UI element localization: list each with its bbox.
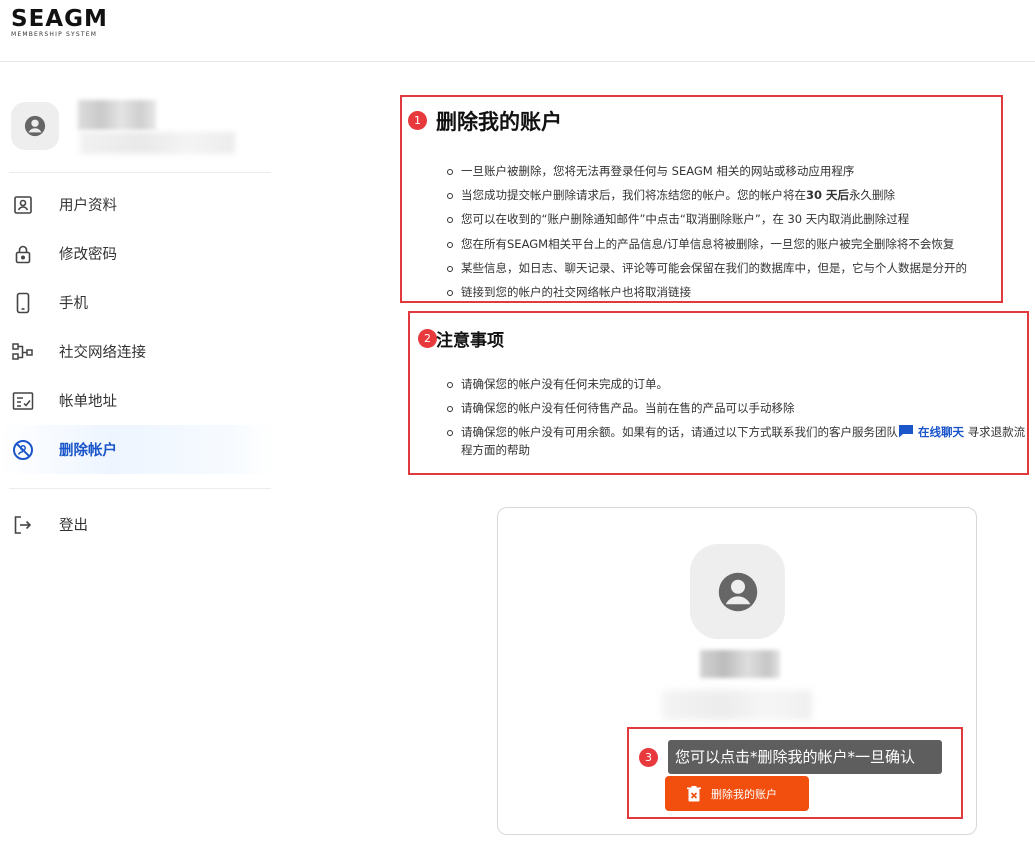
seagm-logo[interactable]: SEAGM MEMBERSHIP SYSTEM <box>11 6 108 38</box>
sidebar-item-label: 删除帐户 <box>59 443 117 459</box>
phone-icon <box>12 292 34 314</box>
trash-icon <box>687 785 701 801</box>
user-avatar-icon <box>24 115 46 137</box>
sidebar-item-profile[interactable]: 用户资料 <box>0 180 275 229</box>
sidebar-menu: 用户资料 修改密码 手机 社交网络连接 帐单地址 删除帐户 <box>0 180 275 474</box>
sidebar-item-label: 帐单地址 <box>59 394 117 410</box>
sidebar-item-billing[interactable]: 帐单地址 <box>0 376 275 425</box>
sidebar-item-phone[interactable]: 手机 <box>0 278 275 327</box>
annotation-badge-2: 2 <box>418 329 437 348</box>
delete-account-icon <box>12 439 34 461</box>
delete-account-button[interactable]: 删除我的账户 <box>665 776 809 811</box>
social-network-icon <box>12 341 34 363</box>
delete-button-label: 删除我的账户 <box>711 787 777 801</box>
list-item-text: 请确保您的帐户没有可用余额。如果有的话，请通过以下方式联系我们的客户服务团队 <box>461 425 898 439</box>
sidebar-item-label: 社交网络连接 <box>59 345 146 361</box>
list-item: 某些信息，如日志、聊天记录、评论等可能会保留在我们的数据库中，但是，它与个人数据… <box>444 259 1004 283</box>
chat-bubble-icon <box>899 425 913 438</box>
annotation-badge-3: 3 <box>639 748 658 767</box>
list-item-bold: 30 天后 <box>806 188 850 203</box>
header: SEAGM MEMBERSHIP SYSTEM <box>0 0 1035 62</box>
list-item: 请确保您的帐户没有可用余额。如果有的话，请通过以下方式联系我们的客户服务团队 在线… <box>444 423 1026 459</box>
logo-text: SEAGM <box>11 6 108 32</box>
list-item-text: 当您成功提交帐户删除请求后，我们将冻结您的帐户。您的帐户将在 <box>461 188 806 203</box>
list-item: 当您成功提交帐户删除请求后，我们将冻结您的帐户。您的帐户将在30 天后永久删除 <box>444 186 1004 210</box>
list-item: 请确保您的帐户没有任何未完成的订单。 <box>444 375 1026 393</box>
list-item: 链接到您的帐户的社交网络帐户也将取消链接 <box>444 283 1004 307</box>
profile-block <box>11 102 59 150</box>
lock-icon <box>12 243 34 265</box>
notice-section-title: 注意事项 <box>436 331 504 351</box>
sidebar-item-delete-account[interactable]: 删除帐户 <box>0 425 275 474</box>
confirm-tooltip: 您可以点击*删除我的帐户*一旦确认 <box>668 740 942 774</box>
logo-subtitle: MEMBERSHIP SYSTEM <box>11 31 98 38</box>
list-item: 您在所有SEAGM相关平台上的产品信息/订单信息将被删除，一旦您的账户被完全删除… <box>444 235 1004 259</box>
live-chat-link[interactable]: 在线聊天 <box>918 425 964 439</box>
sidebar-item-change-password[interactable]: 修改密码 <box>0 229 275 278</box>
list-item: 您可以在收到的“账户删除通知邮件”中点击“取消删除账户”，在 30 天内取消此删… <box>444 210 1004 234</box>
card-avatar <box>690 544 785 639</box>
blurred-username <box>78 100 156 130</box>
logout-section: 登出 <box>0 500 275 549</box>
avatar <box>11 102 59 150</box>
delete-info-list: 一旦账户被删除，您将无法再登录任何与 SEAGM 相关的网站或移动应用程序 当您… <box>444 162 1004 307</box>
delete-section-title: 删除我的账户 <box>436 110 562 134</box>
logout-button[interactable]: 登出 <box>0 500 275 549</box>
notice-list: 请确保您的帐户没有任何未完成的订单。 请确保您的帐户没有任何待售产品。当前在售的… <box>444 375 1026 465</box>
sidebar-item-label: 修改密码 <box>59 247 117 263</box>
annotation-badge-1: 1 <box>408 111 427 130</box>
sidebar-item-label: 用户资料 <box>59 198 117 214</box>
profile-card-icon <box>12 194 34 216</box>
list-item-text: 永久删除 <box>849 188 896 203</box>
divider <box>9 172 271 173</box>
logout-icon <box>12 514 34 536</box>
sidebar-item-social[interactable]: 社交网络连接 <box>0 327 275 376</box>
list-item: 请确保您的帐户没有任何待售产品。当前在售的产品可以手动移除 <box>444 399 1026 417</box>
list-item: 一旦账户被删除，您将无法再登录任何与 SEAGM 相关的网站或移动应用程序 <box>444 162 1004 186</box>
billing-address-icon <box>12 390 34 412</box>
user-avatar-icon <box>718 572 757 611</box>
blurred-username <box>700 650 780 678</box>
blurred-email <box>662 690 812 720</box>
divider <box>9 488 271 489</box>
blurred-email <box>80 132 235 154</box>
sidebar-item-label: 手机 <box>59 296 88 312</box>
logout-label: 登出 <box>59 518 88 534</box>
